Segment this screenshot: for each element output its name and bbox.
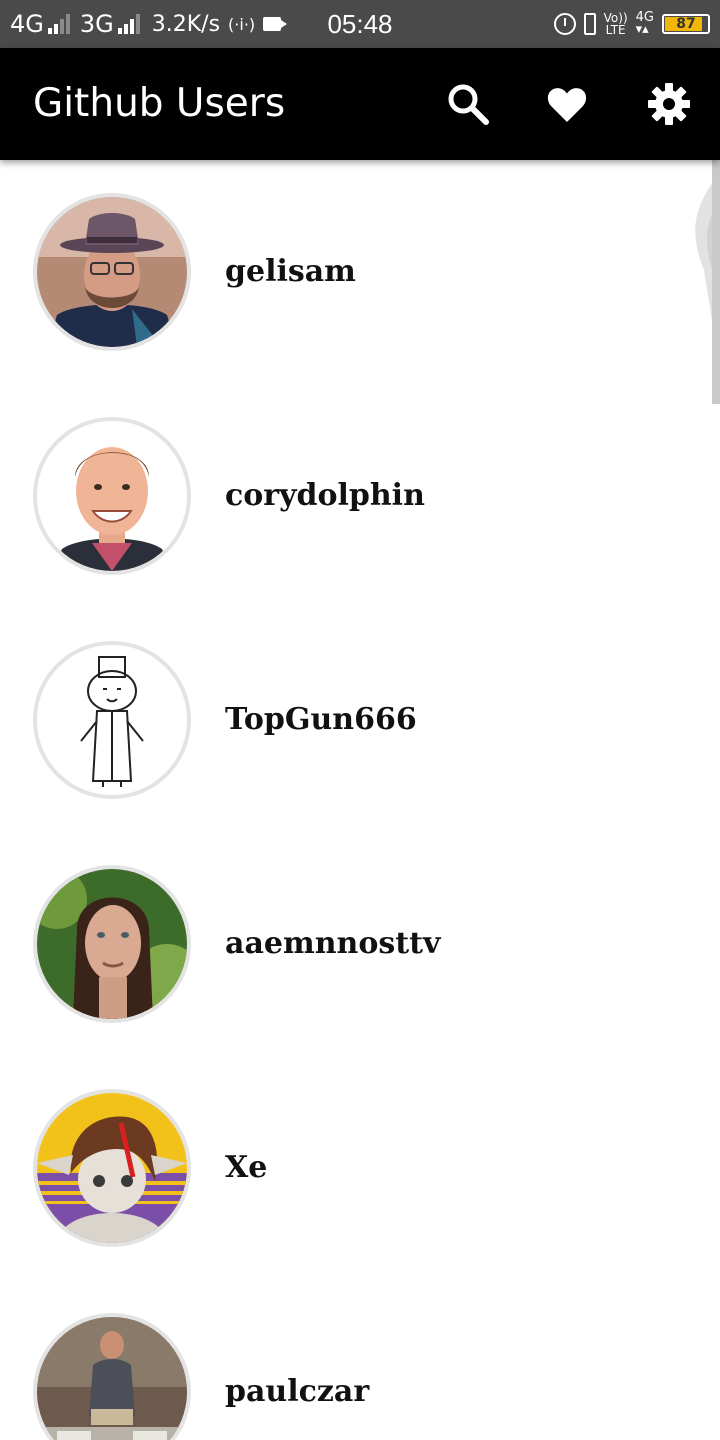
video-camera-icon xyxy=(263,17,288,31)
list-item[interactable]: corydolphin xyxy=(0,384,712,608)
page-title: Github Users xyxy=(33,81,286,126)
search-icon xyxy=(448,84,489,125)
favorites-button[interactable] xyxy=(543,80,591,128)
list-item[interactable]: paulczar xyxy=(0,1280,712,1440)
username: paulczar xyxy=(225,1374,370,1409)
status-left-group: 4G 3G 3.2K/s (·i·) xyxy=(10,0,288,48)
alarm-icon xyxy=(553,13,576,35)
photo-man-sitting-avatar xyxy=(37,1317,187,1440)
sketch-character-avatar xyxy=(37,645,187,795)
photo-man-hat-avatar xyxy=(37,197,187,347)
signal-strength-icon xyxy=(117,14,142,34)
heart-icon xyxy=(547,88,587,122)
anime-character-avatar xyxy=(37,1093,187,1243)
settings-button[interactable] xyxy=(645,80,693,128)
signal-strength-icon xyxy=(47,14,72,34)
username: TopGun666 xyxy=(225,702,417,737)
mobile-data-icon: 4G ▾▴ xyxy=(635,10,654,37)
username: gelisam xyxy=(225,254,356,289)
status-bar: 4G 3G 3.2K/s (·i·) 05:48 Vo)) LTE 4G ▾▴ 8… xyxy=(0,0,720,48)
hotspot-icon: (·i·) xyxy=(228,14,256,34)
list-item[interactable]: gelisam xyxy=(0,160,712,384)
photo-man-long-hair-avatar xyxy=(37,869,187,1019)
gear-icon xyxy=(648,83,690,125)
vibrate-icon xyxy=(583,13,596,35)
avatar xyxy=(33,1313,191,1440)
list-item[interactable]: Xe xyxy=(0,1056,712,1280)
photo-man-smiling-avatar xyxy=(37,421,187,571)
list-item[interactable]: aaemnnosttv xyxy=(0,832,712,1056)
username: corydolphin xyxy=(225,478,425,513)
user-list[interactable]: gelisam corydolphin TopGun666 aaemnnostt… xyxy=(0,160,720,1440)
mobile-data-label: 4G xyxy=(635,10,654,25)
status-right-group: Vo)) LTE 4G ▾▴ 87 xyxy=(553,0,710,48)
username: Xe xyxy=(225,1150,268,1185)
avatar xyxy=(33,193,191,351)
network-type-label: 3G xyxy=(79,10,114,38)
avatar xyxy=(33,1089,191,1247)
signal-3g: 3G xyxy=(80,10,142,38)
username: aaemnnosttv xyxy=(225,926,441,961)
search-button[interactable] xyxy=(444,80,492,128)
app-bar: Github Users xyxy=(0,48,720,160)
volte-icon: Vo)) LTE xyxy=(604,12,628,36)
avatar xyxy=(33,641,191,799)
network-type-label: 4G xyxy=(10,10,44,38)
network-speed: 3.2K/s xyxy=(151,11,221,37)
signal-4g: 4G xyxy=(10,10,72,38)
battery-icon: 87 xyxy=(662,14,710,34)
list-item[interactable]: TopGun666 xyxy=(0,608,712,832)
battery-level-label: 87 xyxy=(676,16,696,32)
avatar xyxy=(33,417,191,575)
avatar xyxy=(33,865,191,1023)
volte-bottom-label: LTE xyxy=(605,23,626,37)
scrollbar[interactable] xyxy=(712,160,720,404)
clock-label: 05:48 xyxy=(327,9,393,39)
